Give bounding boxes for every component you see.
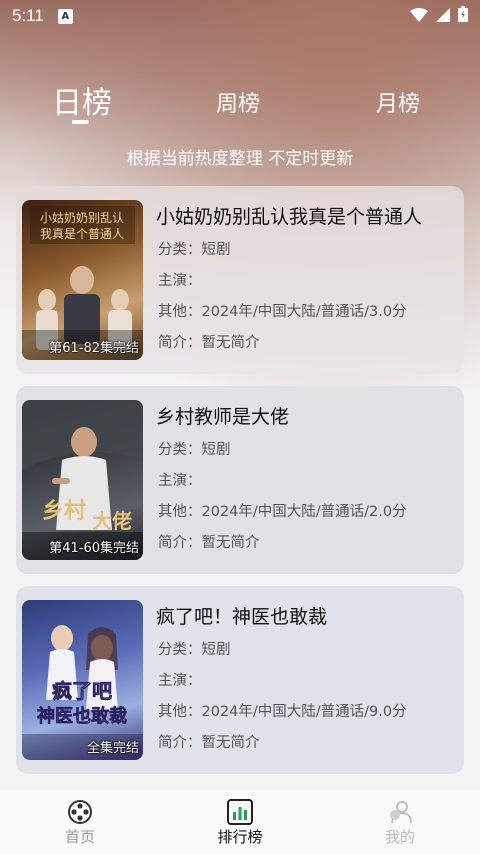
- nav-home-label: 首页: [64, 828, 95, 846]
- ranking-subtitle: 根据当前热度整理 不定时更新: [126, 149, 354, 169]
- episode-badge: 第61-82集完结: [49, 341, 139, 356]
- user-icon: [387, 798, 413, 826]
- list-item[interactable]: 疯了吧 神医也敢裁 全集完结 疯了吧！神医也敢裁 分类：短剧 主演： 其他：20…: [16, 586, 464, 774]
- tab-daily[interactable]: 日榜: [52, 78, 112, 122]
- tab-weekly[interactable]: 周榜: [216, 86, 260, 118]
- cast-text: 主演：: [158, 673, 202, 689]
- list-item[interactable]: 小姑奶奶别乱认 我真是个普通人 第61-82集完结 小姑奶奶别乱认我真是个普通人…: [16, 186, 464, 374]
- category-text: 分类：短剧: [158, 442, 231, 458]
- status-bar: 5:11 A: [0, 0, 480, 32]
- episode-badge: 第41-60集完结: [49, 541, 139, 556]
- other-info-text: 其他：2024年/中国大陆/普通话/9.0分: [158, 704, 407, 720]
- poster-image: 乡村 大佬 第41-60集完结: [22, 400, 143, 560]
- episode-badge: 全集完结: [86, 741, 139, 756]
- intro-text: 简介：暂无简介: [158, 535, 260, 551]
- drama-title: 小姑奶奶别乱认我真是个普通人: [156, 206, 423, 228]
- svg-text:我真是个普通人: 我真是个普通人: [40, 227, 124, 241]
- category-text: 分类：短剧: [158, 642, 231, 658]
- category-text: 分类：短剧: [158, 242, 231, 258]
- signal-icon: [436, 7, 450, 26]
- svg-text:神医也敢裁: 神医也敢裁: [37, 705, 127, 727]
- ranking-tabs: 日榜 周榜 月榜: [0, 78, 480, 128]
- active-tab-indicator: [72, 120, 89, 124]
- status-time: 5:11: [12, 6, 44, 25]
- svg-text:小姑奶奶别乱认: 小姑奶奶别乱认: [40, 211, 124, 225]
- poster-image: 小姑奶奶别乱认 我真是个普通人 第61-82集完结: [22, 200, 143, 360]
- cast-text: 主演：: [158, 473, 202, 489]
- svg-text:乡村: 乡村: [42, 498, 86, 524]
- other-info-text: 其他：2024年/中国大陆/普通话/3.0分: [158, 304, 407, 320]
- nav-mine[interactable]: 我的: [340, 790, 460, 854]
- svg-text:大佬: 大佬: [92, 509, 132, 533]
- battery-icon: [458, 6, 468, 26]
- intro-text: 简介：暂无简介: [158, 735, 260, 751]
- notification-icon: A: [57, 8, 73, 24]
- nav-ranking-label: 排行榜: [217, 828, 263, 846]
- nav-ranking[interactable]: 排行榜: [180, 790, 300, 854]
- wifi-icon: [410, 7, 428, 26]
- poster-image: 疯了吧 神医也敢裁 全集完结: [22, 600, 143, 760]
- bottom-navigation: 首页 排行榜 我的: [0, 790, 480, 854]
- nav-mine-label: 我的: [384, 828, 415, 846]
- cast-text: 主演：: [158, 273, 202, 289]
- drama-title: 乡村教师是大佬: [156, 406, 290, 428]
- list-item[interactable]: 乡村 大佬 第41-60集完结 乡村教师是大佬 分类：短剧 主演： 其他：202…: [16, 386, 464, 574]
- bar-chart-icon: [227, 798, 253, 826]
- film-reel-icon: [67, 798, 93, 826]
- other-info-text: 其他：2024年/中国大陆/普通话/2.0分: [158, 504, 407, 520]
- tab-monthly[interactable]: 月榜: [376, 86, 420, 118]
- drama-title: 疯了吧！神医也敢裁: [156, 606, 328, 628]
- nav-home[interactable]: 首页: [20, 790, 140, 854]
- svg-text:疯了吧: 疯了吧: [52, 679, 112, 703]
- intro-text: 简介：暂无简介: [158, 335, 260, 351]
